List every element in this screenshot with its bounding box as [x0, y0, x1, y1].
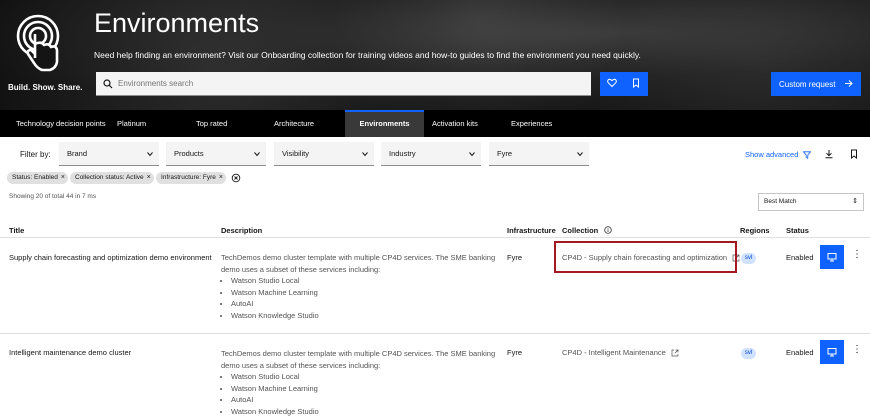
column-header-title: Title — [9, 226, 25, 235]
search-input[interactable] — [118, 79, 558, 88]
header-divider — [0, 237, 870, 238]
description-intro: TechDemos demo cluster template with mul… — [221, 349, 496, 370]
column-header-infrastructure: Infrastructure — [507, 226, 556, 235]
collection-link-label: CP4D - Intelligent Maintenance — [562, 348, 666, 357]
tag-label: Status: Enabled — [12, 174, 58, 181]
search-icon — [96, 72, 120, 96]
clear-all-filters-icon[interactable] — [231, 172, 241, 184]
description-item: Watson Machine Learning — [231, 383, 501, 395]
heart-icon — [607, 75, 617, 93]
launch-button[interactable] — [820, 245, 844, 269]
tab-technology-decision-points[interactable]: Technology decision points — [16, 110, 106, 137]
info-icon[interactable] — [604, 226, 613, 234]
filter-tag-infrastructure: Infrastructure: Fyre × — [156, 172, 226, 184]
column-header-regions: Regions — [740, 226, 770, 235]
row-infrastructure: Fyre — [507, 253, 522, 262]
products-select[interactable]: Products — [166, 142, 266, 166]
launch-button[interactable] — [820, 340, 844, 364]
column-header-collection-label: Collection — [562, 226, 599, 235]
caret-updown-icon: ⇕ — [852, 198, 858, 205]
custom-request-label: Custom request — [779, 79, 836, 89]
tab-platinum[interactable]: Platinum — [117, 110, 146, 137]
region-badge: svl — [741, 253, 756, 264]
description-item: Watson Knowledge Studio — [231, 406, 501, 418]
column-header-collection: Collection — [562, 226, 613, 235]
description-item: Watson Knowledge Studio — [231, 310, 501, 322]
tab-architecture[interactable]: Architecture — [274, 110, 314, 137]
search-bar — [96, 72, 591, 96]
chevron-down-icon — [362, 152, 368, 157]
description-item: Watson Studio Local — [231, 275, 501, 287]
row-description: TechDemos demo cluster template with mul… — [221, 348, 501, 417]
tab-bar: Technology decision points Platinum Top … — [0, 110, 870, 137]
page-title: Environments — [94, 8, 260, 38]
brand-select-value: Brand — [67, 149, 88, 158]
favorites-button[interactable] — [600, 72, 624, 96]
row-description: TechDemos demo cluster template with mul… — [221, 252, 501, 321]
tab-top-rated[interactable]: Top rated — [196, 110, 227, 137]
tag-label: Infrastructure: Fyre — [161, 174, 216, 181]
tag-label: Collection status: Active — [75, 174, 144, 181]
page-subtitle: Need help finding an environment? Visit … — [94, 50, 641, 60]
industry-select-value: Industry — [389, 149, 416, 158]
close-icon[interactable]: × — [147, 172, 151, 184]
logo-text: Build. Show. Share. — [8, 83, 83, 92]
column-header-status: Status — [786, 226, 809, 235]
logo: Build. Show. Share. — [8, 14, 82, 94]
status-text: Enabled — [786, 348, 814, 357]
overflow-menu-icon[interactable]: ⋮ — [852, 344, 862, 356]
filter-tag-status: Status: Enabled × — [7, 172, 68, 184]
filter-label: Filter by: — [20, 150, 51, 159]
visibility-select-value: Visibility — [282, 149, 309, 158]
bookmark-icon — [631, 75, 641, 93]
arrow-right-icon — [844, 79, 853, 90]
row-divider — [0, 333, 870, 334]
overflow-menu-icon[interactable]: ⋮ — [852, 249, 862, 261]
status-text: Enabled — [786, 253, 814, 262]
touch-target-icon — [16, 14, 60, 72]
chevron-down-icon — [469, 152, 475, 157]
bookmark-button[interactable] — [624, 72, 648, 96]
brand-select[interactable]: Brand — [59, 142, 159, 166]
chevron-down-icon — [147, 152, 153, 157]
infrastructure-select-value: Fyre — [497, 149, 512, 158]
highlight-box — [554, 241, 737, 273]
collection-link[interactable]: CP4D - Intelligent Maintenance — [562, 348, 679, 357]
description-item: Watson Studio Local — [231, 371, 501, 383]
sort-select-value: Best Match — [764, 198, 797, 205]
show-advanced-label: Show advanced — [745, 150, 799, 159]
close-icon[interactable]: × — [219, 172, 223, 184]
hero-banner: Build. Show. Share. Environments Need he… — [0, 0, 870, 110]
row-infrastructure: Fyre — [507, 348, 522, 357]
region-badge: svl — [741, 348, 756, 359]
sort-select[interactable]: Best Match ⇕ — [758, 193, 864, 211]
chevron-down-icon — [577, 152, 583, 157]
monitor-icon — [827, 348, 837, 357]
row-title[interactable]: Supply chain forecasting and optimizatio… — [9, 253, 212, 262]
chevron-down-icon — [254, 152, 260, 157]
download-icon[interactable] — [824, 149, 834, 159]
description-item: Watson Machine Learning — [231, 287, 501, 299]
close-icon[interactable]: × — [61, 172, 65, 184]
row-title[interactable]: Intelligent maintenance demo cluster — [9, 348, 131, 357]
column-header-description: Description — [221, 226, 263, 235]
external-link-icon — [671, 349, 679, 356]
bookmark-icon[interactable] — [849, 149, 859, 159]
custom-request-button[interactable]: Custom request — [771, 72, 861, 96]
monitor-icon — [827, 253, 837, 262]
results-count: Showing 20 of total 44 in 7 ms — [9, 193, 97, 200]
filter-tag-collection-status: Collection status: Active × — [70, 172, 154, 184]
show-advanced-link[interactable]: Show advanced — [745, 150, 812, 159]
description-intro: TechDemos demo cluster template with mul… — [221, 253, 496, 274]
tab-experiences[interactable]: Experiences — [511, 110, 552, 137]
tab-activation-kits[interactable]: Activation kits — [432, 110, 478, 137]
industry-select[interactable]: Industry — [381, 142, 481, 166]
visibility-select[interactable]: Visibility — [274, 142, 374, 166]
description-item: AutoAI — [231, 298, 501, 310]
infrastructure-select[interactable]: Fyre — [489, 142, 589, 166]
filter-icon — [803, 150, 812, 159]
products-select-value: Products — [174, 149, 204, 158]
tab-environments[interactable]: Environments — [345, 110, 424, 137]
description-item: AutoAI — [231, 394, 501, 406]
